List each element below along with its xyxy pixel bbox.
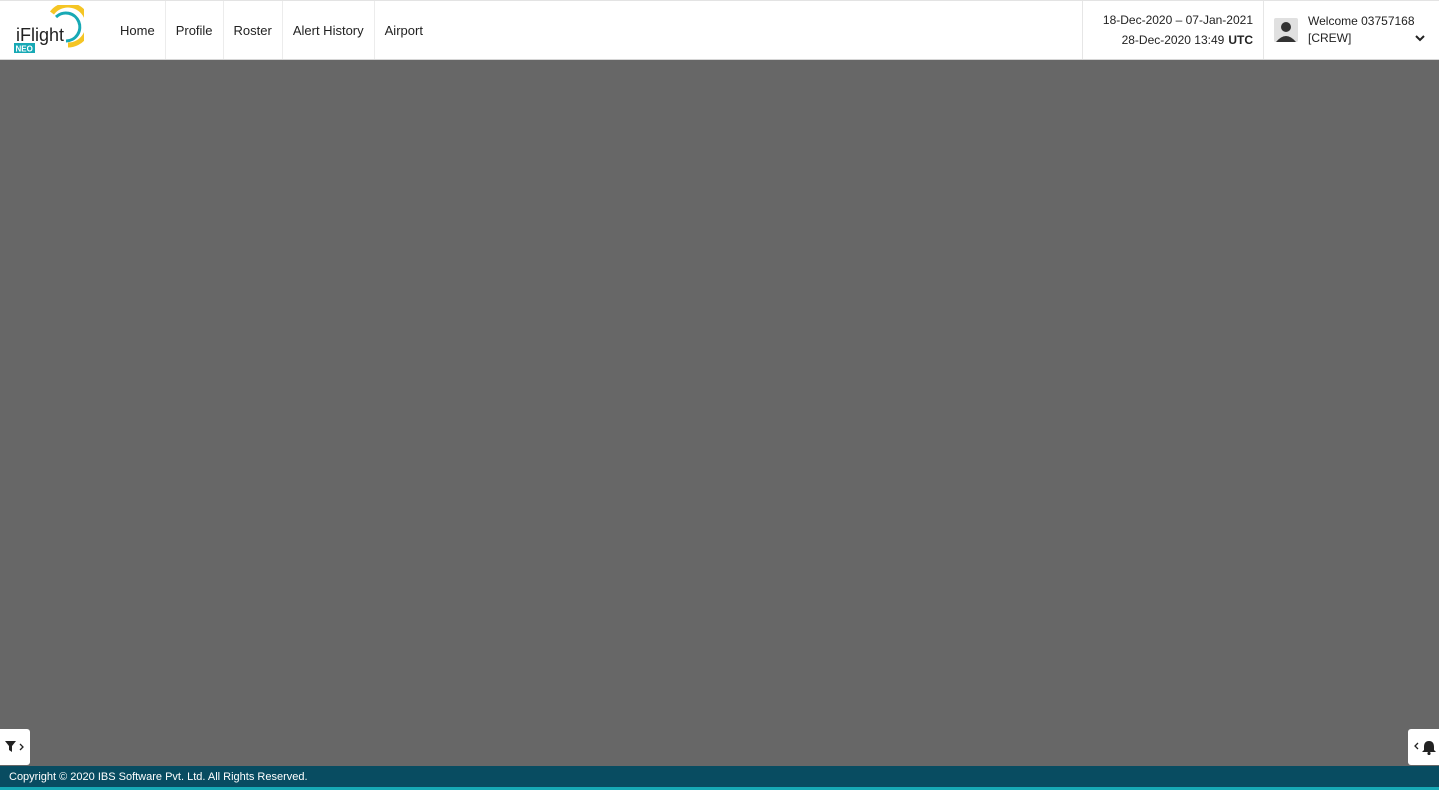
header-spacer: [433, 1, 1082, 59]
date-info: 18-Dec-2020 – 07-Jan-2021 28-Dec-2020 13…: [1081, 1, 1263, 59]
main-content-area: [0, 60, 1439, 766]
main-nav: Home Profile Roster Alert History Airpor…: [110, 1, 433, 59]
iflight-logo-icon: iFlight NEO: [14, 5, 84, 54]
filter-icon: [5, 741, 24, 752]
current-time: 28-Dec-2020 13:49: [1121, 33, 1225, 47]
timezone-label: UTC: [1228, 33, 1253, 47]
app-logo[interactable]: iFlight NEO: [0, 1, 104, 60]
user-info: Welcome 03757168 [CREW]: [1308, 13, 1415, 47]
nav-profile[interactable]: Profile: [166, 1, 224, 59]
user-menu[interactable]: Welcome 03757168 [CREW]: [1263, 1, 1439, 59]
chevron-down-icon[interactable]: [1415, 35, 1425, 42]
copyright-text: Copyright © 2020 IBS Software Pvt. Ltd. …: [9, 770, 308, 783]
nav-alert-history[interactable]: Alert History: [283, 1, 375, 59]
user-avatar-icon: [1274, 18, 1298, 42]
top-header: iFlight NEO Home Profile Roster Alert Hi…: [0, 0, 1439, 60]
filter-panel-toggle[interactable]: [0, 729, 30, 765]
welcome-text: Welcome 03757168: [1308, 14, 1415, 28]
user-role: [CREW]: [1308, 31, 1352, 45]
date-range: 18-Dec-2020 – 07-Jan-2021: [1102, 13, 1253, 27]
nav-home[interactable]: Home: [110, 1, 166, 59]
alert-panel-toggle[interactable]: [1408, 729, 1439, 765]
nav-airport[interactable]: Airport: [375, 1, 433, 59]
svg-text:NEO: NEO: [16, 45, 33, 54]
svg-text:iFlight: iFlight: [16, 25, 64, 45]
footer: Copyright © 2020 IBS Software Pvt. Ltd. …: [0, 766, 1439, 790]
nav-roster[interactable]: Roster: [224, 1, 283, 59]
bell-icon: [1413, 741, 1436, 755]
current-datetime: 28-Dec-2020 13:49 UTC: [1122, 30, 1253, 50]
